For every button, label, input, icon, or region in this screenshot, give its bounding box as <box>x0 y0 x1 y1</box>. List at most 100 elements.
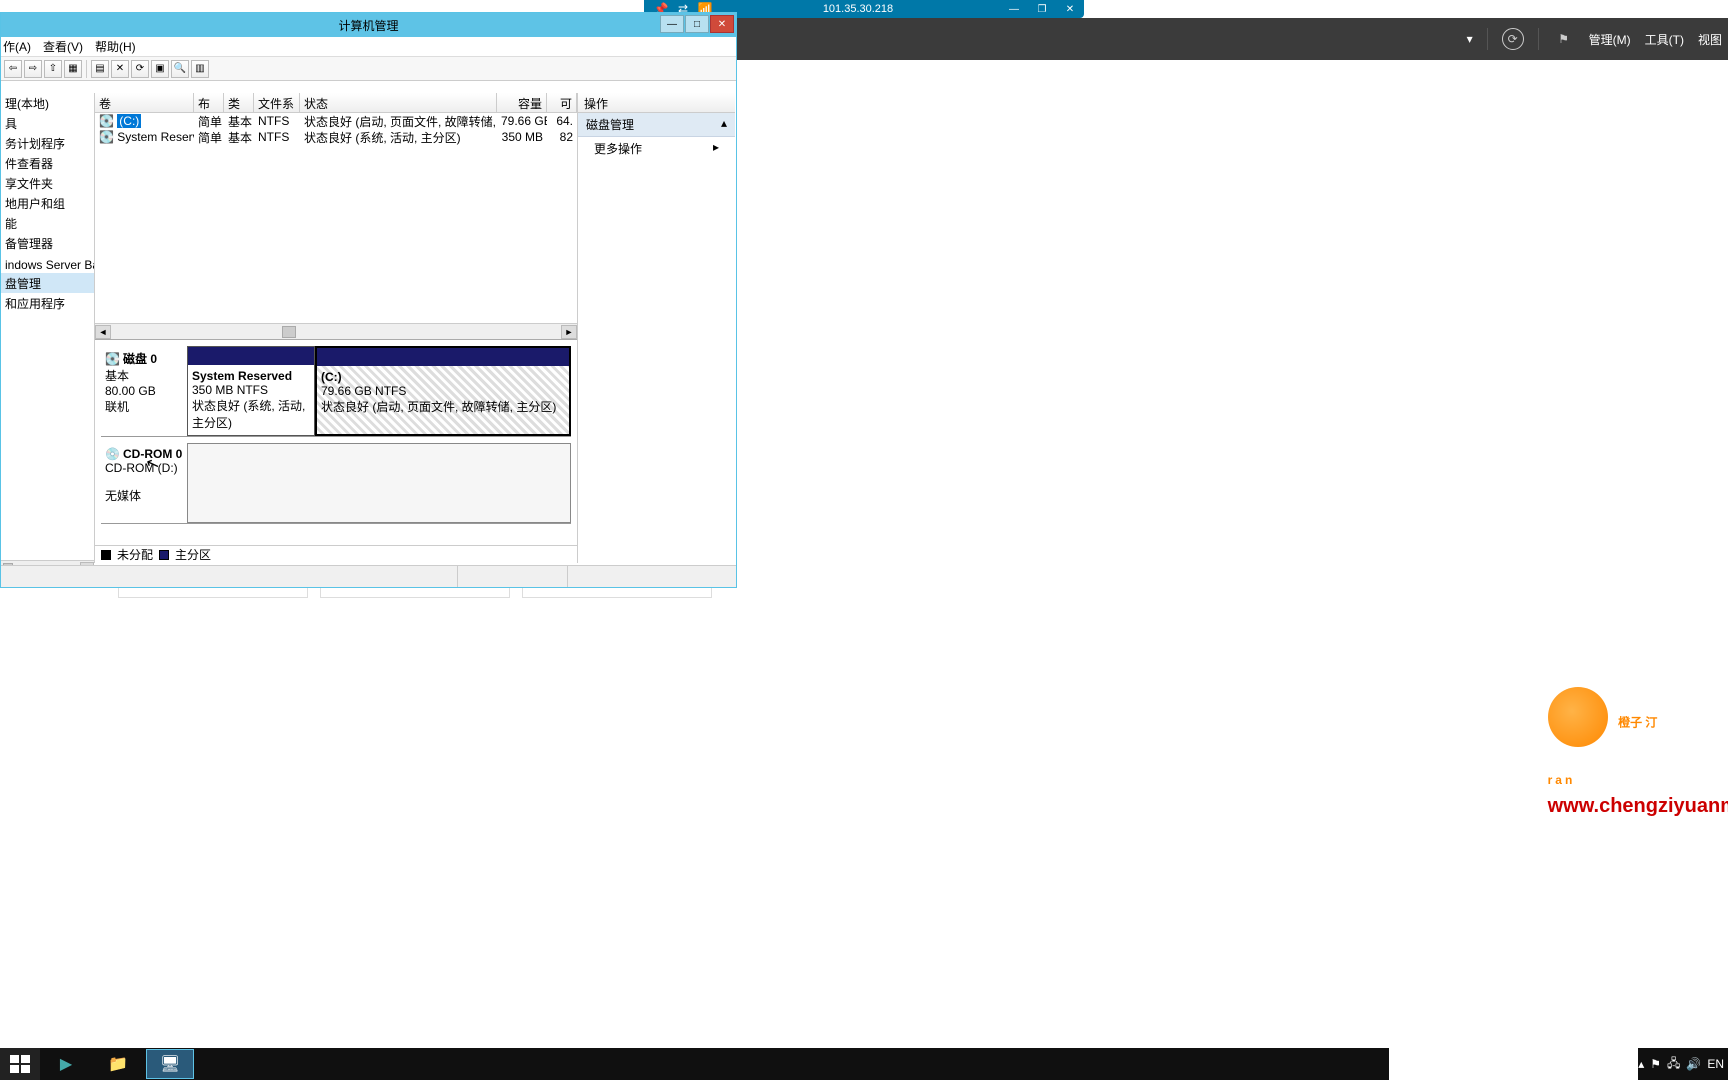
volume-list[interactable]: 💽 (C:)简单基本NTFS状态良好 (启动, 页面文件, 故障转储, 主分区)… <box>95 113 577 323</box>
back-button[interactable]: ⇦ <box>4 60 22 78</box>
disk-info-block: 💿 CD-ROM 0 CD-ROM (D:) 无媒体 <box>101 443 187 523</box>
actions-category[interactable]: 磁盘管理 ▴ <box>578 113 735 137</box>
partition-system-reserved[interactable]: System Reserved 350 MB NTFS 状态良好 (系统, 活动… <box>187 346 315 436</box>
disk-state: 联机 <box>105 400 129 414</box>
legend-unallocated-label: 未分配 <box>117 546 153 563</box>
remote-minimize-button[interactable]: — <box>1001 1 1027 17</box>
remote-close-button[interactable]: ✕ <box>1057 1 1083 17</box>
refresh-button[interactable]: ⟳ <box>131 60 149 78</box>
taskbar[interactable]: ▶ 📁 🖥 <box>0 1048 1389 1080</box>
partition-c[interactable]: (C:) 79.66 GB NTFS 状态良好 (启动, 页面文件, 故障转储,… <box>315 346 571 436</box>
more-actions-item[interactable]: 更多操作 ▸ <box>578 137 735 160</box>
watermark-brand: ran <box>1548 773 1576 787</box>
tree-item[interactable]: 和应用程序 <box>1 293 94 313</box>
collapse-icon[interactable]: ▴ <box>721 116 727 133</box>
taskbar-item-explorer[interactable]: 📁 <box>94 1049 142 1079</box>
vol-status-cell: 状态良好 (系统, 活动, 主分区) <box>300 129 497 146</box>
vol-cap-cell: 350 MB <box>497 130 547 144</box>
vol-name-cell: 💽 (C:) <box>95 114 194 128</box>
vol-type-cell: 基本 <box>224 129 254 146</box>
forward-button[interactable]: ⇨ <box>24 60 42 78</box>
flag-icon[interactable]: ⚑ <box>1553 28 1575 50</box>
vol-fs-cell: NTFS <box>254 130 300 144</box>
col-type[interactable]: 类型 <box>224 93 254 112</box>
tree-item[interactable]: 务计划程序 <box>1 133 94 153</box>
remote-restore-button[interactable]: ❐ <box>1029 1 1055 17</box>
empty-partition-area <box>187 443 571 523</box>
disk-management-pane: 卷 布局 类型 文件系统 状态 容量 可用 💽 (C:)简单基本NTFS状态良好… <box>95 93 578 563</box>
view-menu[interactable]: 查看(V) <box>43 38 83 55</box>
server-manager-header: ▾ ⟳ ⚑ 管理(M) 工具(T) 视图 <box>737 18 1728 60</box>
tree-item[interactable]: 盘管理 <box>1 273 94 293</box>
col-volume[interactable]: 卷 <box>95 93 194 112</box>
help-menu[interactable]: 帮助(H) <box>95 38 136 55</box>
powershell-icon: ▶ <box>60 1054 72 1074</box>
disk-info-block: 💽 磁盘 0 基本 80.00 GB 联机 <box>101 346 187 436</box>
col-layout[interactable]: 布局 <box>194 93 224 112</box>
chevron-down-icon[interactable]: ▾ <box>1467 32 1473 46</box>
action-center-icon[interactable]: ⚑ <box>1650 1057 1661 1071</box>
scroll-right-arrow[interactable]: ► <box>561 325 577 339</box>
tree-item[interactable]: 地用户和组 <box>1 193 94 213</box>
col-available[interactable]: 可用 <box>547 93 577 112</box>
close-button[interactable]: ✕ <box>710 15 734 33</box>
status-cell <box>1 566 458 587</box>
col-status[interactable]: 状态 <box>300 93 497 112</box>
volume-row[interactable]: 💽 (C:)简单基本NTFS状态良好 (启动, 页面文件, 故障转储, 主分区)… <box>95 113 577 129</box>
partition-size: 350 MB NTFS <box>192 383 268 397</box>
col-capacity[interactable]: 容量 <box>497 93 547 112</box>
volume-icon[interactable]: 🔊 <box>1686 1057 1701 1071</box>
properties-button[interactable]: ▤ <box>91 60 109 78</box>
disk-kind: 基本 <box>105 369 129 383</box>
tree-item[interactable]: 理(本地) <box>1 93 94 113</box>
minimize-button[interactable]: — <box>660 15 684 33</box>
delete-button[interactable]: ✕ <box>111 60 129 78</box>
col-filesystem[interactable]: 文件系统 <box>254 93 300 112</box>
taskbar-item-computer-management[interactable]: 🖥 <box>146 1049 194 1079</box>
volume-table-header: 卷 布局 类型 文件系统 状态 容量 可用 <box>95 93 577 113</box>
window-titlebar[interactable]: 计算机管理 — □ ✕ <box>1 13 736 37</box>
orange-mascot-icon <box>1548 687 1608 747</box>
tray-arrow-icon[interactable]: ▴ <box>1638 1057 1644 1071</box>
volume-row[interactable]: 💽 System Reserved简单基本NTFS状态良好 (系统, 活动, 主… <box>95 129 577 145</box>
scroll-thumb[interactable] <box>282 326 296 338</box>
legend-swatch-primary <box>159 550 169 560</box>
tree-item[interactable]: indows Server Back <box>1 256 94 273</box>
refresh-icon[interactable]: ⟳ <box>1502 28 1524 50</box>
view-menu[interactable]: 视图 <box>1698 31 1722 48</box>
up-button[interactable]: ⇧ <box>44 60 62 78</box>
language-indicator[interactable]: EN <box>1707 1057 1724 1071</box>
disk-graphical-view: 💽 磁盘 0 基本 80.00 GB 联机 System Reserved 35… <box>95 339 577 545</box>
tree-item[interactable]: 具 <box>1 113 94 133</box>
scroll-left-arrow[interactable]: ◄ <box>95 325 111 339</box>
disk-row-cdrom[interactable]: 💿 CD-ROM 0 CD-ROM (D:) 无媒体 <box>101 443 571 524</box>
partition-name: (C:) <box>321 370 342 384</box>
disk-name: 磁盘 0 <box>123 352 157 366</box>
export-button[interactable]: ▣ <box>151 60 169 78</box>
settings-button[interactable]: ▥ <box>191 60 209 78</box>
manage-menu[interactable]: 管理(M) <box>1589 31 1631 48</box>
start-button[interactable] <box>0 1048 40 1080</box>
taskbar-item-powershell[interactable]: ▶ <box>42 1049 90 1079</box>
disk-row-disk0[interactable]: 💽 磁盘 0 基本 80.00 GB 联机 System Reserved 35… <box>101 346 571 437</box>
navigation-tree[interactable]: 理(本地)具务计划程序件查看器享文件夹地用户和组能备管理器 indows Serv… <box>1 93 95 563</box>
show-hide-tree-button[interactable]: ▦ <box>64 60 82 78</box>
network-icon[interactable]: 🖧 <box>1667 1054 1680 1075</box>
divider <box>86 60 87 78</box>
rescan-disks-button[interactable]: 🔍 <box>171 60 189 78</box>
tools-menu[interactable]: 工具(T) <box>1645 31 1684 48</box>
volume-h-scrollbar[interactable]: ◄ ► <box>95 323 577 339</box>
folder-icon: 📁 <box>108 1054 128 1074</box>
divider <box>1538 28 1539 50</box>
tree-item[interactable]: 能 <box>1 213 94 233</box>
computer-management-icon: 🖥 <box>160 1054 180 1074</box>
tree-item[interactable]: 备管理器 <box>1 233 94 253</box>
system-tray[interactable]: ▴ ⚑ 🖧 🔊 EN <box>1638 1048 1728 1080</box>
toolbar: ⇦ ⇨ ⇧ ▦ ▤ ✕ ⟳ ▣ 🔍 ▥ <box>1 57 736 81</box>
maximize-button[interactable]: □ <box>685 15 709 33</box>
tree-item[interactable]: 享文件夹 <box>1 173 94 193</box>
partition-status: 状态良好 (系统, 活动, 主分区) <box>192 399 305 430</box>
vol-status-cell: 状态良好 (启动, 页面文件, 故障转储, 主分区) <box>300 113 497 130</box>
tree-item[interactable]: 件查看器 <box>1 153 94 173</box>
action-menu[interactable]: 作(A) <box>3 38 31 55</box>
